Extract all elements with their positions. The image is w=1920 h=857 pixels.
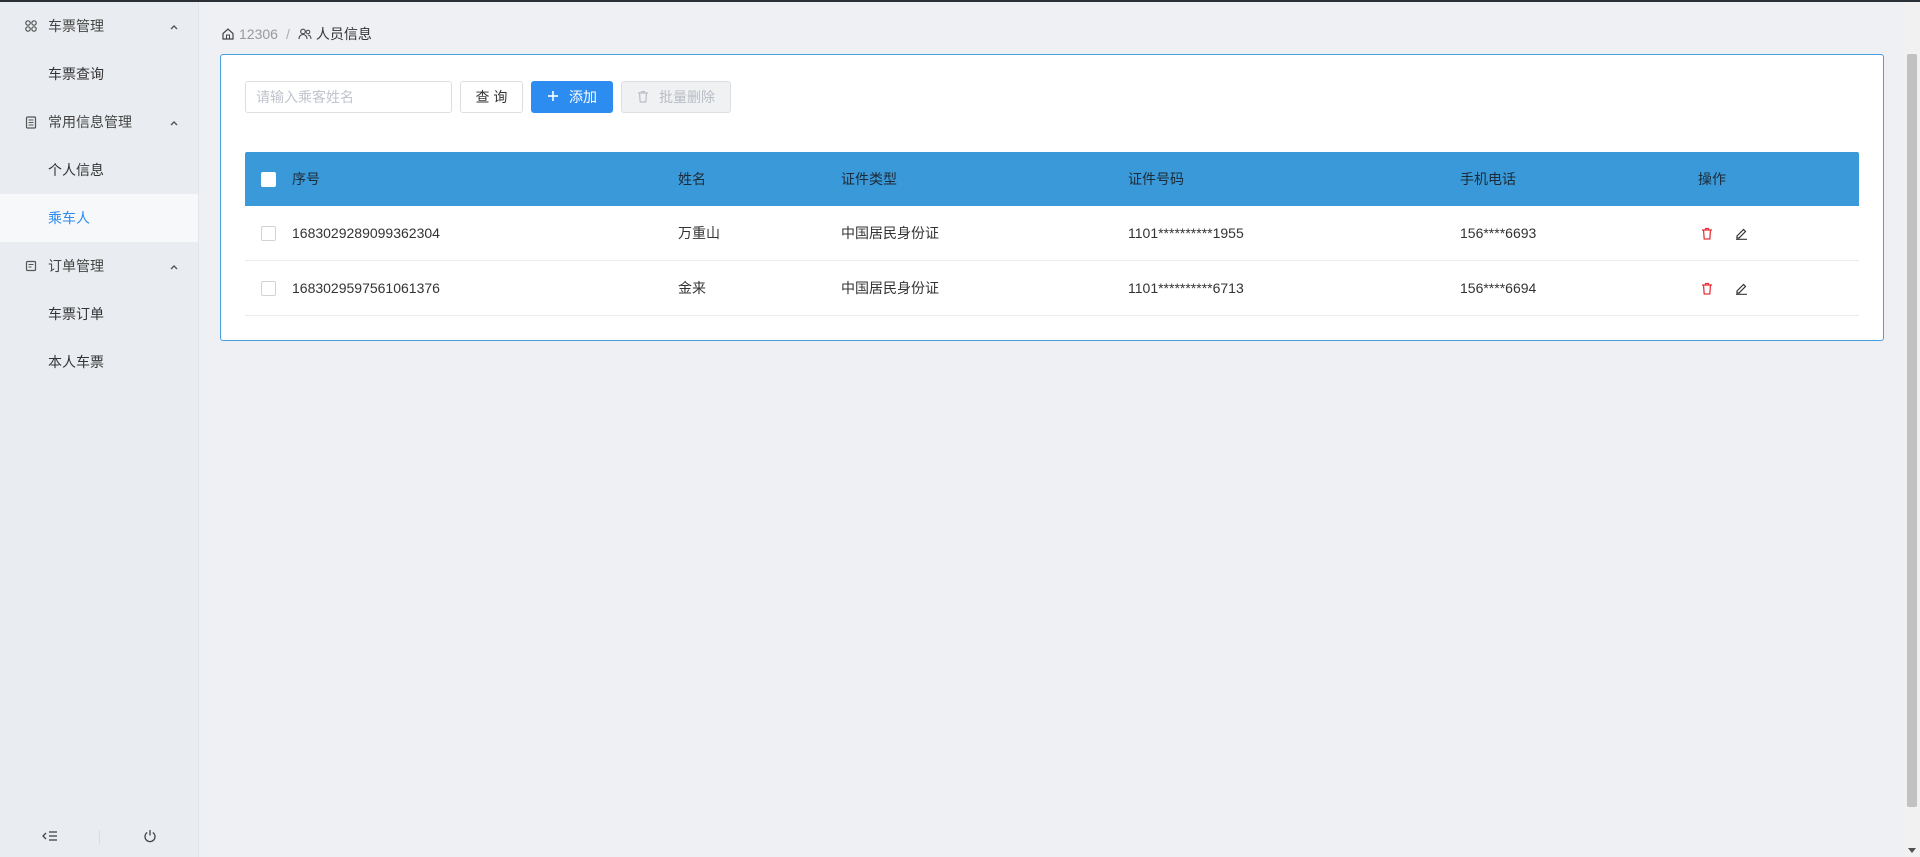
trash-icon [637, 90, 651, 104]
chevron-up-icon [168, 116, 180, 128]
sidebar-item-label: 乘车人 [48, 210, 90, 226]
table-row: 1683029289099362304 万重山 中国居民身份证 1101****… [245, 206, 1859, 261]
row-checkbox-cell [245, 280, 292, 296]
sidebar-item-my-tickets[interactable]: 本人车票 [0, 338, 198, 386]
menu-header-label: 订单管理 [48, 258, 104, 274]
cell-id-number: 1101**********1955 [1128, 225, 1244, 241]
cell-id-type: 中国居民身份证 [841, 280, 939, 296]
chevron-up-icon [168, 20, 180, 32]
query-button[interactable]: 查 询 [460, 81, 523, 113]
cell-id-type: 中国居民身份证 [841, 225, 939, 241]
document-icon [24, 115, 38, 129]
header-id-type: 证件类型 [841, 171, 897, 187]
cell-actions [1698, 279, 1859, 297]
cell-phone: 156****6694 [1460, 280, 1537, 296]
sidebar-item-ticket-orders[interactable]: 车票订单 [0, 290, 198, 338]
toolbar: 查 询 添加 批量删除 [245, 81, 731, 113]
sidebar: 车票管理 车票查询 常用信息管理 个人信息 乘车人 订单管理 车票订单 本人车票 [0, 2, 199, 857]
plus-icon [547, 90, 561, 104]
grid-icon [24, 19, 38, 33]
row-checkbox-cell [245, 225, 292, 241]
menu-header-order-management[interactable]: 订单管理 [0, 242, 198, 290]
header-id-number: 证件号码 [1128, 171, 1184, 187]
cell-name: 万重山 [678, 225, 720, 241]
menu-group-common-info: 常用信息管理 个人信息 乘车人 [0, 98, 198, 242]
order-icon [24, 259, 38, 273]
menu-header-common-info-management[interactable]: 常用信息管理 [0, 98, 198, 146]
row-checkbox[interactable] [261, 225, 276, 241]
passenger-table: 序号 姓名 证件类型 证件号码 手机电话 操作 1683029289099362… [245, 152, 1859, 316]
header-actions: 操作 [1698, 171, 1726, 187]
trash-icon [1702, 227, 1712, 240]
users-icon [298, 27, 312, 41]
trash-icon [1702, 282, 1712, 295]
sidebar-item-passengers[interactable]: 乘车人 [0, 194, 198, 242]
edit-row-button[interactable] [1732, 279, 1750, 297]
breadcrumb-separator: / [285, 26, 290, 42]
cell-seq: 1683029289099362304 [292, 225, 440, 241]
passenger-name-search-input[interactable] [245, 81, 452, 113]
header-seq: 序号 [292, 171, 320, 187]
table-row: 1683029597561061376 金来 中国居民身份证 1101*****… [245, 261, 1859, 316]
chevron-up-icon [168, 260, 180, 272]
delete-row-button[interactable] [1698, 279, 1716, 297]
logout-button[interactable] [100, 817, 199, 857]
collapse-sidebar-button[interactable] [0, 817, 99, 857]
edit-icon [1735, 228, 1747, 240]
batch-delete-label: 批量删除 [659, 89, 715, 105]
sidebar-item-label: 个人信息 [48, 162, 104, 178]
collapse-menu-icon [41, 829, 58, 845]
sidebar-item-label: 车票查询 [48, 66, 104, 82]
row-checkbox[interactable] [261, 280, 276, 296]
header-name: 姓名 [678, 171, 706, 187]
menu-header-ticket-management[interactable]: 车票管理 [0, 2, 198, 50]
sidebar-item-personal-info[interactable]: 个人信息 [0, 146, 198, 194]
sidebar-footer [0, 817, 199, 857]
delete-row-button[interactable] [1698, 224, 1716, 242]
passenger-card: 查 询 添加 批量删除 序号 姓名 证件 [220, 54, 1884, 341]
scrollbar-thumb[interactable] [1907, 54, 1917, 807]
power-icon [143, 829, 157, 846]
menu-group-ticket: 车票管理 车票查询 [0, 2, 198, 98]
header-phone: 手机电话 [1460, 171, 1516, 187]
home-icon [221, 27, 235, 41]
breadcrumb-home-link[interactable]: 12306 [239, 26, 278, 42]
table-header: 序号 姓名 证件类型 证件号码 手机电话 操作 [245, 152, 1859, 206]
query-button-label: 查 询 [475, 89, 508, 105]
edit-icon [1735, 283, 1747, 295]
header-checkbox-cell [245, 171, 292, 187]
cell-seq: 1683029597561061376 [292, 280, 440, 296]
breadcrumb: 12306 / 人员信息 [221, 24, 372, 44]
scroll-down-arrow-icon[interactable] [1908, 848, 1916, 853]
cell-id-number: 1101**********6713 [1128, 280, 1244, 296]
select-all-checkbox[interactable] [261, 171, 276, 187]
sidebar-item-label: 车票订单 [48, 306, 104, 322]
add-passenger-button[interactable]: 添加 [531, 81, 613, 113]
add-button-label: 添加 [569, 89, 597, 105]
menu-header-label: 常用信息管理 [48, 114, 132, 130]
edit-row-button[interactable] [1732, 224, 1750, 242]
page-scrollbar[interactable] [1904, 2, 1920, 857]
cell-name: 金来 [678, 280, 706, 296]
menu-header-label: 车票管理 [48, 18, 104, 34]
menu-group-orders: 订单管理 车票订单 本人车票 [0, 242, 198, 386]
sidebar-item-label: 本人车票 [48, 354, 104, 370]
main-content: 12306 / 人员信息 查 询 添加 批量删除 [199, 2, 1904, 857]
batch-delete-button[interactable]: 批量删除 [621, 81, 731, 113]
sidebar-item-ticket-query[interactable]: 车票查询 [0, 50, 198, 98]
cell-actions [1698, 224, 1859, 242]
breadcrumb-current: 人员信息 [315, 26, 372, 42]
cell-phone: 156****6693 [1460, 225, 1537, 241]
